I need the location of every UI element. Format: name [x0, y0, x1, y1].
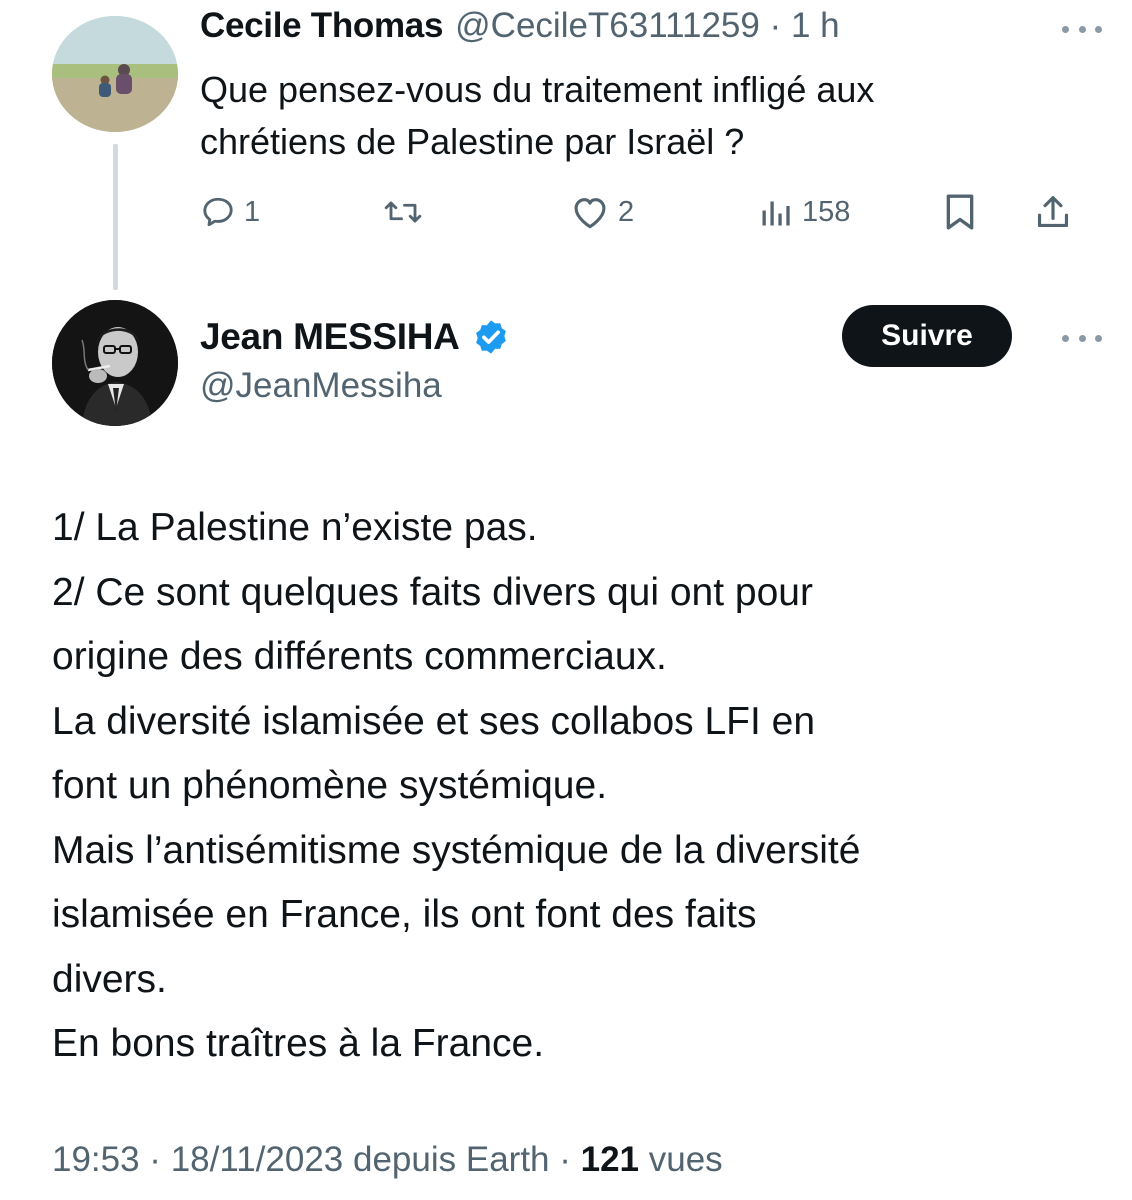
parent-tweet[interactable]: Cecile Thomas @CecileT63111259 · 1 h Que… [0, 0, 1132, 300]
tweet-text-line: En bons traîtres à la France. [52, 1022, 545, 1065]
tweet-text-line: chrétiens de Palestine par Israël ? [200, 121, 745, 162]
author-handle-and-time[interactable]: @CecileT63111259 · 1 h [455, 6, 839, 46]
like-count: 2 [618, 195, 635, 228]
views-count: 158 [802, 195, 851, 228]
reply-icon [203, 197, 233, 227]
tweet-text-line: font un phénomène systémique. [52, 764, 608, 807]
views-chart-icon [762, 201, 790, 226]
more-dots-icon[interactable] [1062, 24, 1102, 34]
main-tweet-header: Jean MESSIHA [200, 312, 510, 362]
follow-button[interactable]: Suivre [842, 305, 1012, 367]
tweet-text-line: Que pensez-vous du traitement infligé au… [200, 69, 875, 110]
bookmark-icon [946, 194, 974, 230]
verified-badge-icon [472, 318, 510, 356]
views-button[interactable]: 158 [758, 190, 850, 234]
reply-count: 1 [244, 195, 261, 228]
reply-button[interactable]: 1 [200, 190, 260, 234]
author-name[interactable]: Cecile Thomas [200, 6, 443, 46]
tweet-text-line: islamisée en France, ils ont font des fa… [52, 893, 757, 936]
more-dots-icon[interactable] [1062, 333, 1102, 343]
profile-photo-icon [52, 300, 178, 426]
tweet-text-line: La diversité islamisée et ses collabos L… [52, 699, 816, 743]
thread-connector-line [113, 144, 118, 290]
tweet-text-line: 2/ Ce sont quelques faits divers qui ont… [52, 570, 813, 614]
tweet-text-line: Mais l’antisémitisme systémique de la di… [52, 828, 861, 872]
avatar[interactable] [52, 16, 178, 132]
heart-icon [574, 198, 606, 229]
tweet-action-bar: 1 2 158 [200, 190, 1080, 234]
like-button[interactable]: 2 [570, 190, 634, 234]
views-count[interactable]: 121 [581, 1140, 639, 1180]
share-icon [1037, 196, 1069, 228]
beach-photo-icon [52, 16, 178, 132]
retweet-icon [384, 201, 422, 223]
tweet-text-line: divers. [52, 957, 167, 1001]
tweet-text-line: origine des différents commerciaux. [52, 635, 667, 678]
share-button[interactable] [1034, 190, 1072, 234]
parent-tweet-header: Cecile Thomas @CecileT63111259 · 1 h [200, 6, 840, 50]
avatar[interactable] [52, 300, 178, 426]
tweet-timestamp-and-views: 19:53 · 18/11/2023 depuis Earth · 121 vu… [52, 1140, 723, 1180]
parent-tweet-text: Que pensez-vous du traitement infligé au… [200, 64, 1100, 168]
bookmark-button[interactable] [942, 190, 978, 234]
tweet-text-line: 1/ La Palestine n’existe pas. [52, 506, 538, 549]
main-tweet-text: 1/ La Palestine n’existe pas. 2/ Ce sont… [52, 496, 1092, 1077]
tweet-timestamp[interactable]: 19:53 · 18/11/2023 depuis Earth · [52, 1140, 581, 1180]
author-handle[interactable]: @JeanMessiha [200, 366, 442, 406]
retweet-button[interactable] [383, 190, 431, 234]
views-label: vues [639, 1140, 723, 1179]
author-name[interactable]: Jean MESSIHA [200, 316, 460, 358]
